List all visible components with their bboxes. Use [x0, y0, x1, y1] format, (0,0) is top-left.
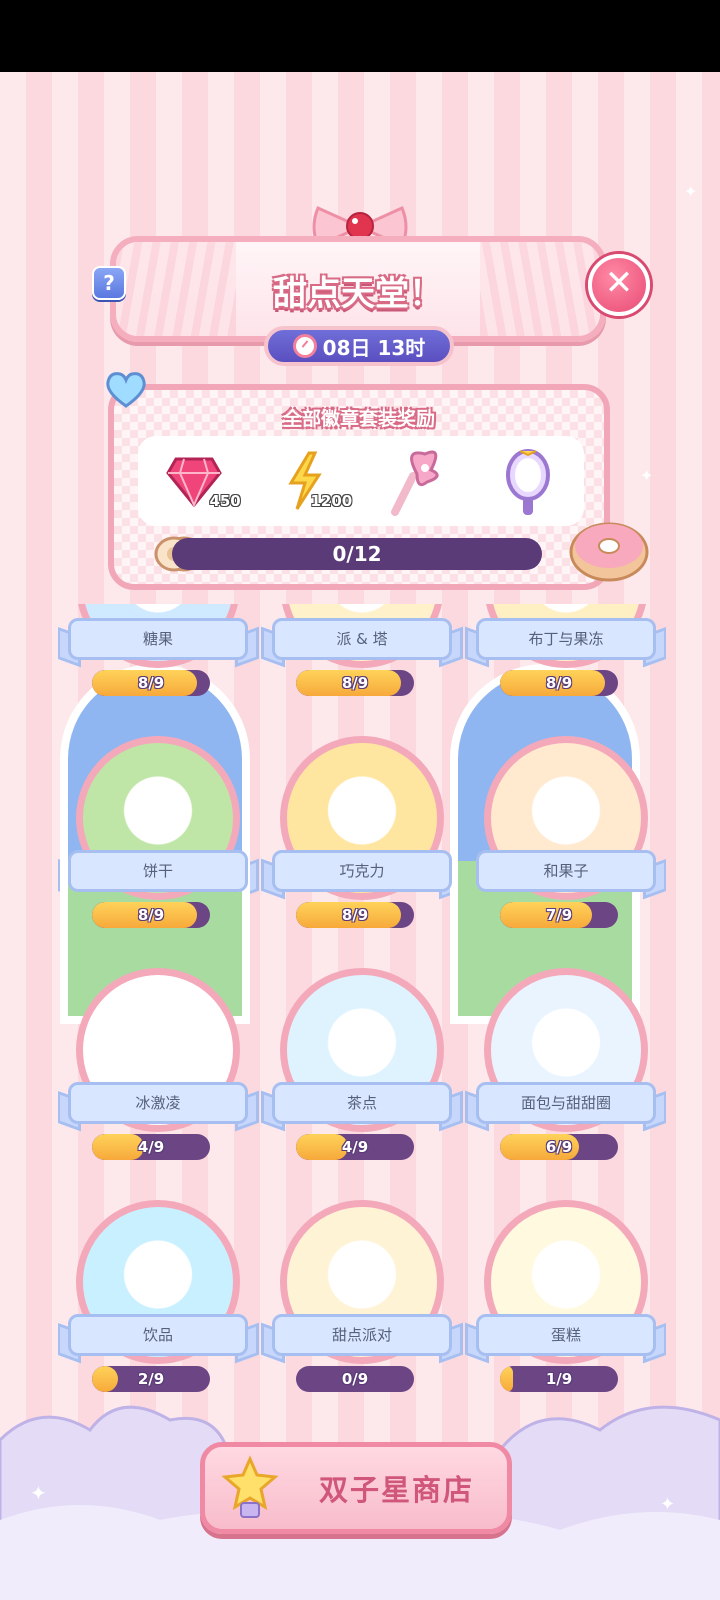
category-card[interactable]: 派 & 塔 8/9	[262, 604, 462, 704]
category-card[interactable]: 冰激凌 4/9	[58, 968, 258, 1168]
shop-label: 双子星商店	[319, 1473, 475, 1507]
reward-qty: 1200	[310, 492, 353, 510]
help-button[interactable]: ?	[92, 266, 126, 300]
category-progress-text: 8/9	[545, 674, 573, 692]
status-bar	[0, 0, 720, 72]
close-icon: ✕	[604, 263, 634, 303]
category-progress-fill	[296, 1134, 349, 1160]
star-lantern-icon	[221, 1455, 279, 1518]
sparkle-icon: ✦	[684, 182, 698, 201]
category-label: 布丁与果冻	[476, 618, 656, 660]
category-card[interactable]: 和果子 7/9	[466, 736, 666, 936]
category-card[interactable]: 糖果 8/9	[58, 604, 258, 704]
category-card[interactable]: 布丁与果冻 8/9	[466, 604, 666, 704]
category-progress-text: 8/9	[341, 906, 369, 924]
category-progress-bar: 4/9	[296, 1134, 414, 1160]
shop-button[interactable]: 双子星商店	[200, 1442, 512, 1534]
category-progress-text: 8/9	[341, 674, 369, 692]
category-progress-bar: 4/9	[92, 1134, 210, 1160]
reward-progress-bar: 0/12	[172, 538, 542, 570]
reward-qty: 450	[209, 492, 241, 510]
reward-panel: 全部徽章套装奖励 450 1200 0/12	[108, 384, 610, 590]
clock-icon	[292, 334, 317, 358]
category-progress-bar: 8/9	[92, 902, 210, 928]
category-progress-text: 8/9	[137, 674, 165, 692]
category-label: 面包与甜甜圈	[476, 1082, 656, 1124]
heart-icon	[106, 372, 146, 408]
reward-progress-text: 0/12	[332, 542, 382, 566]
reward-item-ticket[interactable]: 1200	[270, 446, 352, 516]
category-label: 甜点派对	[272, 1314, 452, 1356]
category-label: 蛋糕	[476, 1314, 656, 1356]
category-card[interactable]: 饼干 8/9	[58, 736, 258, 936]
category-label: 派 & 塔	[272, 618, 452, 660]
category-progress-bar: 8/9	[296, 902, 414, 928]
category-progress-bar: 6/9	[500, 1134, 618, 1160]
butterfly-wand-icon	[390, 450, 439, 516]
svg-text:✦: ✦	[30, 1481, 47, 1505]
svg-text:✦: ✦	[660, 1494, 675, 1515]
category-label: 茶点	[272, 1082, 452, 1124]
category-progress-bar: 8/9	[92, 670, 210, 696]
reward-item-wand[interactable]	[382, 446, 452, 516]
category-card[interactable]: 巧克力 8/9	[262, 736, 462, 936]
category-label: 糖果	[68, 618, 248, 660]
sparkle-icon: ✦	[640, 466, 654, 485]
category-label: 和果子	[476, 850, 656, 892]
event-timer: 08日 13时	[264, 326, 454, 366]
category-progress-text: 4/9	[137, 1138, 165, 1156]
category-label: 巧克力	[272, 850, 452, 892]
category-progress-fill	[92, 1134, 145, 1160]
category-card[interactable]: 茶点 4/9	[262, 968, 462, 1168]
category-progress-text: 4/9	[341, 1138, 369, 1156]
category-progress-text: 7/9	[545, 906, 573, 924]
category-progress-bar: 8/9	[296, 670, 414, 696]
timer-text: 08日 13时	[322, 335, 426, 360]
reward-item-mirror[interactable]	[493, 446, 563, 516]
category-progress-text: 6/9	[545, 1138, 573, 1156]
donut-icon	[569, 522, 649, 582]
category-grid: 糖果 8/9 派 & 塔 8/9 布丁与果冻 8/9 饼干 8/9 巧克力 8/9 和果子 7/9 冰激…	[58, 604, 666, 1424]
category-progress-bar: 8/9	[500, 670, 618, 696]
category-label: 饮品	[68, 1314, 248, 1356]
page-title: 甜点天堂！	[273, 274, 443, 314]
category-label: 饼干	[68, 850, 248, 892]
reward-items: 450 1200	[138, 436, 584, 526]
category-progress-bar: 7/9	[500, 902, 618, 928]
close-button[interactable]: ✕	[588, 254, 650, 316]
reward-title: 全部徽章套装奖励	[282, 408, 435, 430]
category-label: 冰激凌	[68, 1082, 248, 1124]
category-card[interactable]: 面包与甜甜圈 6/9	[466, 968, 666, 1168]
category-progress-text: 8/9	[137, 906, 165, 924]
mirror-icon	[506, 449, 551, 515]
reward-item-gem[interactable]: 450	[159, 446, 241, 516]
